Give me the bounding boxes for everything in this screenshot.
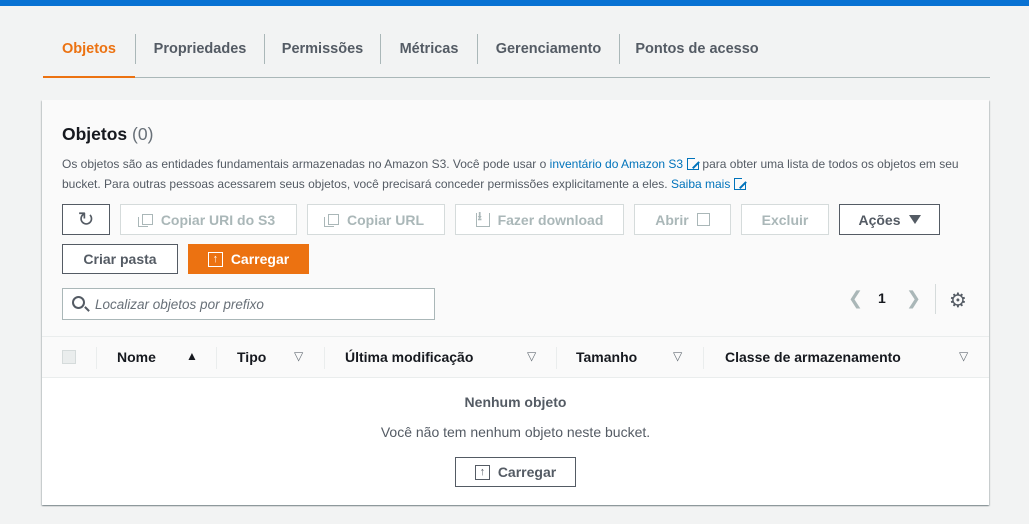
download-label: Fazer download [497,211,604,228]
column-divider [703,347,704,369]
search-input[interactable] [95,289,425,319]
panel-description: Os objetos são as entidades fundamentais… [62,154,962,194]
refresh-button[interactable]: ↻ [62,204,110,235]
refresh-icon: ↻ [77,209,95,231]
empty-upload-label: Carregar [497,464,557,480]
external-link-icon [734,176,749,190]
create-folder-label: Criar pasta [83,251,157,267]
tab-propriedades[interactable]: Propriedades [136,30,264,78]
copy-icon [324,214,339,227]
empty-state-text: Você não tem nenhum objeto neste bucket. [380,424,651,440]
panel-title: Objetos (0) [62,124,153,145]
tab-bar: Objetos Propriedades Permissões Métricas… [43,30,990,78]
sort-icon[interactable]: ▽ [527,349,536,363]
column-divider [556,347,557,369]
column-divider [216,347,217,369]
sort-icon[interactable]: ▽ [673,349,682,363]
upload-button[interactable]: ↑ Carregar [188,244,309,274]
empty-upload-button[interactable]: ↑ Carregar [455,457,576,487]
column-divider [324,347,325,369]
page-number[interactable]: 1 [878,290,886,306]
search-box [62,288,435,320]
actions-label: Ações [858,211,901,228]
sort-icon[interactable]: ▽ [959,349,968,363]
copy-url-button[interactable]: Copiar URL [307,204,445,235]
open-button[interactable]: Abrir [634,204,731,235]
column-tamanho[interactable]: Tamanho [576,349,637,365]
tab-objetos[interactable]: Objetos [43,30,135,78]
column-tipo[interactable]: Tipo [237,349,266,365]
objects-panel: Objetos (0) Os objetos são as entidades … [42,100,989,505]
table-header: Nome ▲ Tipo ▽ Última modificação ▽ Taman… [42,336,989,378]
delete-label: Excluir [761,211,809,228]
panel-title-text: Objetos [62,124,128,144]
chevron-right-icon[interactable]: ❯ [906,288,921,309]
empty-state-title: Nenhum objeto [464,394,567,410]
pager-divider [935,284,936,314]
column-divider [96,347,97,369]
upload-label: Carregar [230,251,290,267]
copy-s3-uri-button[interactable]: Copiar URI do S3 [120,204,297,235]
external-link-icon [687,156,702,170]
tab-metricas[interactable]: Métricas [381,30,477,78]
open-label: Abrir [655,211,689,228]
column-nome[interactable]: Nome [117,349,156,365]
download-button[interactable]: Fazer download [455,204,624,235]
column-classe-de-armazenamento[interactable]: Classe de armazenamento [725,349,901,365]
upload-icon: ↑ [474,464,490,480]
learn-more-link[interactable]: Saiba mais [671,177,730,191]
external-link-icon [696,213,710,226]
gear-icon[interactable]: ⚙ [949,288,967,313]
copy-s3-uri-label: Copiar URI do S3 [160,211,276,228]
download-icon [475,207,490,228]
top-accent-bar [0,0,1029,6]
copy-icon [137,214,153,227]
chevron-left-icon[interactable]: ❮ [848,288,863,309]
inventory-link[interactable]: inventário do Amazon S3 [550,157,683,171]
description-text: Os objetos são as entidades fundamentais… [62,157,550,171]
copy-url-label: Copiar URL [347,211,424,228]
column-ultima-modificacao[interactable]: Última modificação [345,349,473,365]
search-icon [72,296,85,309]
select-all-checkbox[interactable] [62,350,76,364]
create-folder-button[interactable]: Criar pasta [62,244,178,274]
caret-down-icon [908,215,921,224]
tab-pontos-de-acesso[interactable]: Pontos de acesso [620,30,774,78]
delete-button[interactable]: Excluir [741,204,829,235]
panel-header: Objetos (0) Os objetos são as entidades … [42,100,989,336]
tab-gerenciamento[interactable]: Gerenciamento [478,30,619,78]
actions-dropdown[interactable]: Ações [839,204,940,235]
sort-ascending-icon[interactable]: ▲ [186,349,198,363]
tab-permissoes[interactable]: Permissões [265,30,380,78]
sort-icon[interactable]: ▽ [294,349,303,363]
upload-icon: ↑ [207,251,223,267]
object-count: (0) [132,124,154,144]
